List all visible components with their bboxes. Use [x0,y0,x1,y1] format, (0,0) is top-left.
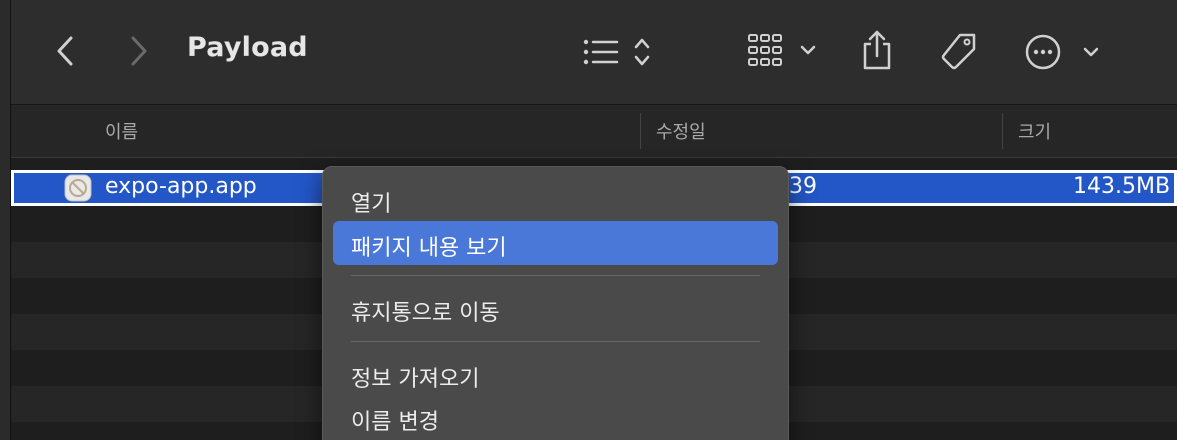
menu-item-get-info[interactable]: 정보 가져오기 [333,352,778,396]
file-modified-date: 39 [789,174,817,199]
share-icon [863,30,891,70]
menu-item-move-to-trash[interactable]: 휴지통으로 이동 [333,286,778,330]
toolbar: Payload [11,0,1177,105]
menu-item-label: 이름 변경 [351,410,439,435]
file-size: 143.5MB [1073,174,1171,199]
menu-separator [351,275,760,276]
finder-window: Payload 이름 수정일 크기 expo-app.app 39 143.5M… [0,0,1177,440]
chevron-left-icon [57,36,73,66]
menu-item-label: 열기 [351,192,392,217]
app-file-icon [64,174,92,202]
tag-icon [941,33,976,70]
list-sort-icon [583,38,650,66]
column-header: 이름 수정일 크기 [11,105,1177,158]
share-button[interactable] [859,28,895,72]
menu-item-label: 정보 가져오기 [351,367,480,392]
tag-button[interactable] [937,30,981,74]
column-divider[interactable] [1002,113,1003,149]
menu-item-label: 휴지통으로 이동 [351,301,500,326]
chevron-right-icon [131,36,147,66]
menu-item-show-package-contents[interactable]: 패키지 내용 보기 [333,221,778,265]
menu-item-rename[interactable]: 이름 변경 [333,395,778,439]
ellipsis-circle-icon [1025,34,1099,70]
sidebar-edge [0,0,11,440]
column-modified-header[interactable]: 수정일 [656,118,706,144]
more-button[interactable] [1023,32,1107,72]
context-menu: 열기 패키지 내용 보기 휴지통으로 이동 정보 가져오기 이름 변경 [322,166,789,440]
view-options-button[interactable] [581,34,657,70]
forward-button[interactable] [127,34,151,68]
column-size-header[interactable]: 크기 [1018,118,1051,144]
menu-item-open[interactable]: 열기 [333,177,778,221]
grid-group-icon [748,34,816,66]
menu-separator [351,341,760,342]
back-button[interactable] [53,34,77,68]
column-name-header[interactable]: 이름 [105,118,138,144]
menu-item-label: 패키지 내용 보기 [351,236,507,261]
column-divider[interactable] [640,113,641,149]
group-button[interactable] [747,32,823,70]
file-name: expo-app.app [105,174,257,199]
window-title: Payload [187,32,308,63]
